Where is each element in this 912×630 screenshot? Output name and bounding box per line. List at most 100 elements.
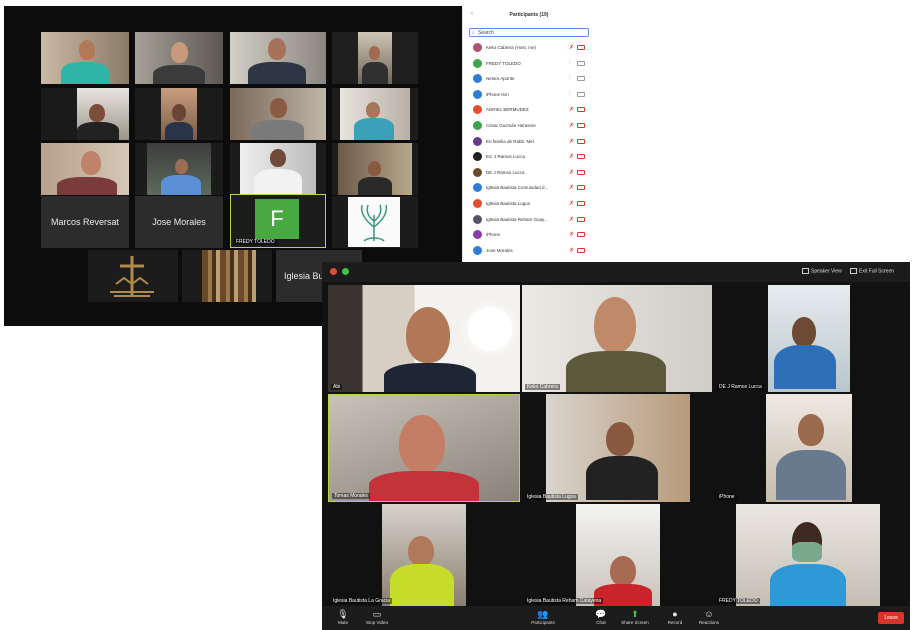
microphone-muted-icon[interactable]: ✗ [569, 44, 574, 51]
leave-button[interactable]: Leave [878, 612, 904, 624]
reactions-button[interactable]: ☺ Reactions [694, 608, 724, 625]
avatar [473, 43, 482, 52]
participant-row[interactable]: iPhone Isrn ⫶ [473, 89, 591, 100]
participant-row[interactable]: Iglesia Bautista Comunidad d... ✗ [473, 182, 591, 193]
avatar [473, 105, 482, 115]
camera-icon[interactable] [577, 91, 585, 97]
camera-icon[interactable] [577, 185, 585, 191]
close-window-icon[interactable] [330, 268, 337, 275]
camera-icon[interactable] [577, 107, 585, 113]
camera-icon[interactable] [577, 76, 585, 82]
participant-row[interactable]: DE J Ramos Lucca ✗ [473, 167, 591, 178]
video-tile[interactable] [41, 32, 129, 84]
avatar [473, 136, 482, 146]
camera-icon[interactable] [577, 154, 585, 160]
participant-name: ADRIEL BERMUDEZ [486, 107, 529, 113]
microphone-muted-icon[interactable]: ✗ [569, 216, 574, 223]
camera-icon[interactable] [577, 201, 585, 206]
microphone-muted-icon[interactable]: ✗ [569, 184, 574, 191]
camera-icon[interactable] [577, 169, 585, 175]
video-tile[interactable]: FREDY TOLEDO [714, 504, 904, 606]
participant-row[interactable]: Iglesia Bautista Reham Guay... ✗ [473, 214, 591, 225]
meeting-toolbar: 🎙 Mute ▭ Stop Video 👥 Participants 💬 Chat ⬆ S… [322, 606, 910, 630]
microphone-muted-icon[interactable]: ✗ [569, 122, 574, 129]
camera-icon[interactable] [577, 247, 585, 253]
video-tile[interactable] [332, 32, 418, 84]
participant-row[interactable]: Jose Morales ✗ [473, 245, 591, 256]
chat-icon: 💬 [595, 609, 607, 619]
video-tile[interactable] [135, 32, 223, 84]
participant-row[interactable]: Iglesia Bautista Lugos ✗ [473, 198, 591, 209]
microphone-muted-icon[interactable]: ✗ [569, 169, 574, 176]
camera-icon[interactable] [577, 232, 585, 238]
record-button[interactable]: ● Record [660, 608, 690, 625]
search-input[interactable]: ⌕ Search [469, 28, 589, 37]
participant-name: En familia de Rabb. Mel [486, 138, 534, 144]
camera-icon[interactable] [577, 60, 585, 66]
active-speaker-tile[interactable]: Tomas Morales [328, 394, 520, 502]
participant-name: Jose Morales [486, 247, 513, 253]
mute-button[interactable]: 🎙 Mute [328, 608, 358, 625]
video-tile[interactable] [135, 88, 223, 140]
avatar [473, 230, 482, 240]
participant-row[interactable]: Ed. J Ramos Lucca ✗ [473, 151, 591, 162]
camera-icon[interactable] [577, 138, 585, 144]
microphone-muted-icon[interactable]: ✗ [569, 247, 574, 254]
logo-tile[interactable] [88, 250, 178, 302]
video-tile[interactable] [230, 32, 326, 84]
maximize-window-icon[interactable] [342, 268, 349, 275]
camera-icon[interactable] [577, 123, 585, 128]
participant-row[interactable]: Nestor Aponte ⫶ [473, 73, 591, 84]
video-tile[interactable]: DE J Ramos Lucca [714, 285, 904, 392]
participants-icon: 👥 [537, 609, 549, 619]
participants-title: Participants (19) [509, 12, 549, 18]
microphone-icon[interactable]: ⫶ [569, 91, 571, 98]
video-tile[interactable] [332, 143, 418, 195]
video-tile[interactable] [230, 88, 326, 140]
participant-name: Nestor Aponte [486, 76, 515, 82]
microphone-muted-icon[interactable]: ✗ [569, 231, 574, 238]
video-tile[interactable]: Iglesia Bautista La Gracia [328, 504, 520, 606]
video-tile[interactable]: Iglesia Bautista Lugos [522, 394, 712, 502]
participant-row[interactable]: ADRIEL BERMUDEZ ✗ [473, 104, 591, 115]
camera-icon[interactable] [577, 216, 585, 222]
video-tile[interactable] [135, 143, 223, 195]
video-tile[interactable] [332, 88, 418, 140]
logo-tile[interactable] [332, 196, 418, 248]
chat-button[interactable]: 💬 Chat [586, 608, 616, 625]
participants-button[interactable]: 👥 Participants [528, 608, 558, 625]
speaker-view-button[interactable]: Speaker View [802, 268, 842, 274]
name-tile[interactable]: Marcos Reversat [41, 196, 129, 248]
microphone-muted-icon[interactable]: ✗ [569, 106, 574, 113]
video-tile[interactable]: Keko Cabrera [522, 285, 712, 392]
camera-icon[interactable] [577, 45, 585, 50]
video-tile[interactable] [230, 143, 326, 195]
video-tile[interactable] [41, 143, 129, 195]
video-tile[interactable]: Iglesia Bautista Reham Catayena [522, 504, 712, 606]
video-tile[interactable]: Abi [328, 285, 520, 392]
participant-name: César Guzmán Herasme [486, 123, 536, 128]
microphone-icon[interactable]: ⫶ [569, 60, 571, 67]
cross-logo-icon [104, 252, 160, 300]
microphone-muted-icon[interactable]: ✗ [569, 138, 574, 145]
share-screen-icon: ⬆ [631, 609, 639, 619]
video-tile[interactable] [182, 250, 272, 302]
video-tile[interactable] [41, 88, 129, 140]
active-speaker-tile[interactable]: F FREDY TOLEDO [230, 194, 326, 248]
microphone-muted-icon[interactable]: ✗ [569, 200, 574, 207]
participant-row[interactable]: FREDY TOLEDO ⫶ [473, 58, 591, 69]
participant-name: Iglesia Bautista Comunidad d... [486, 185, 549, 191]
exit-fullscreen-button[interactable]: Exit Full Screen [850, 268, 894, 274]
stop-video-button[interactable]: ▭ Stop Video [362, 608, 392, 625]
microphone-icon[interactable]: ⫶ [569, 75, 571, 82]
participant-row[interactable]: César Guzmán Herasme ✗ [473, 120, 591, 131]
participant-row[interactable]: En familia de Rabb. Mel ✗ [473, 136, 591, 147]
participant-row[interactable]: iPhone ✗ [473, 229, 591, 240]
name-tile[interactable]: Jose Morales [135, 196, 223, 248]
microphone-muted-icon[interactable]: ✗ [569, 153, 574, 160]
participant-row[interactable]: Keko Cabrera (Host, me) ✗ [473, 42, 591, 53]
avatar [473, 89, 482, 99]
record-icon: ● [672, 609, 678, 619]
video-tile[interactable]: iPhone [714, 394, 904, 502]
share-screen-button[interactable]: ⬆ Share Screen [620, 608, 650, 625]
